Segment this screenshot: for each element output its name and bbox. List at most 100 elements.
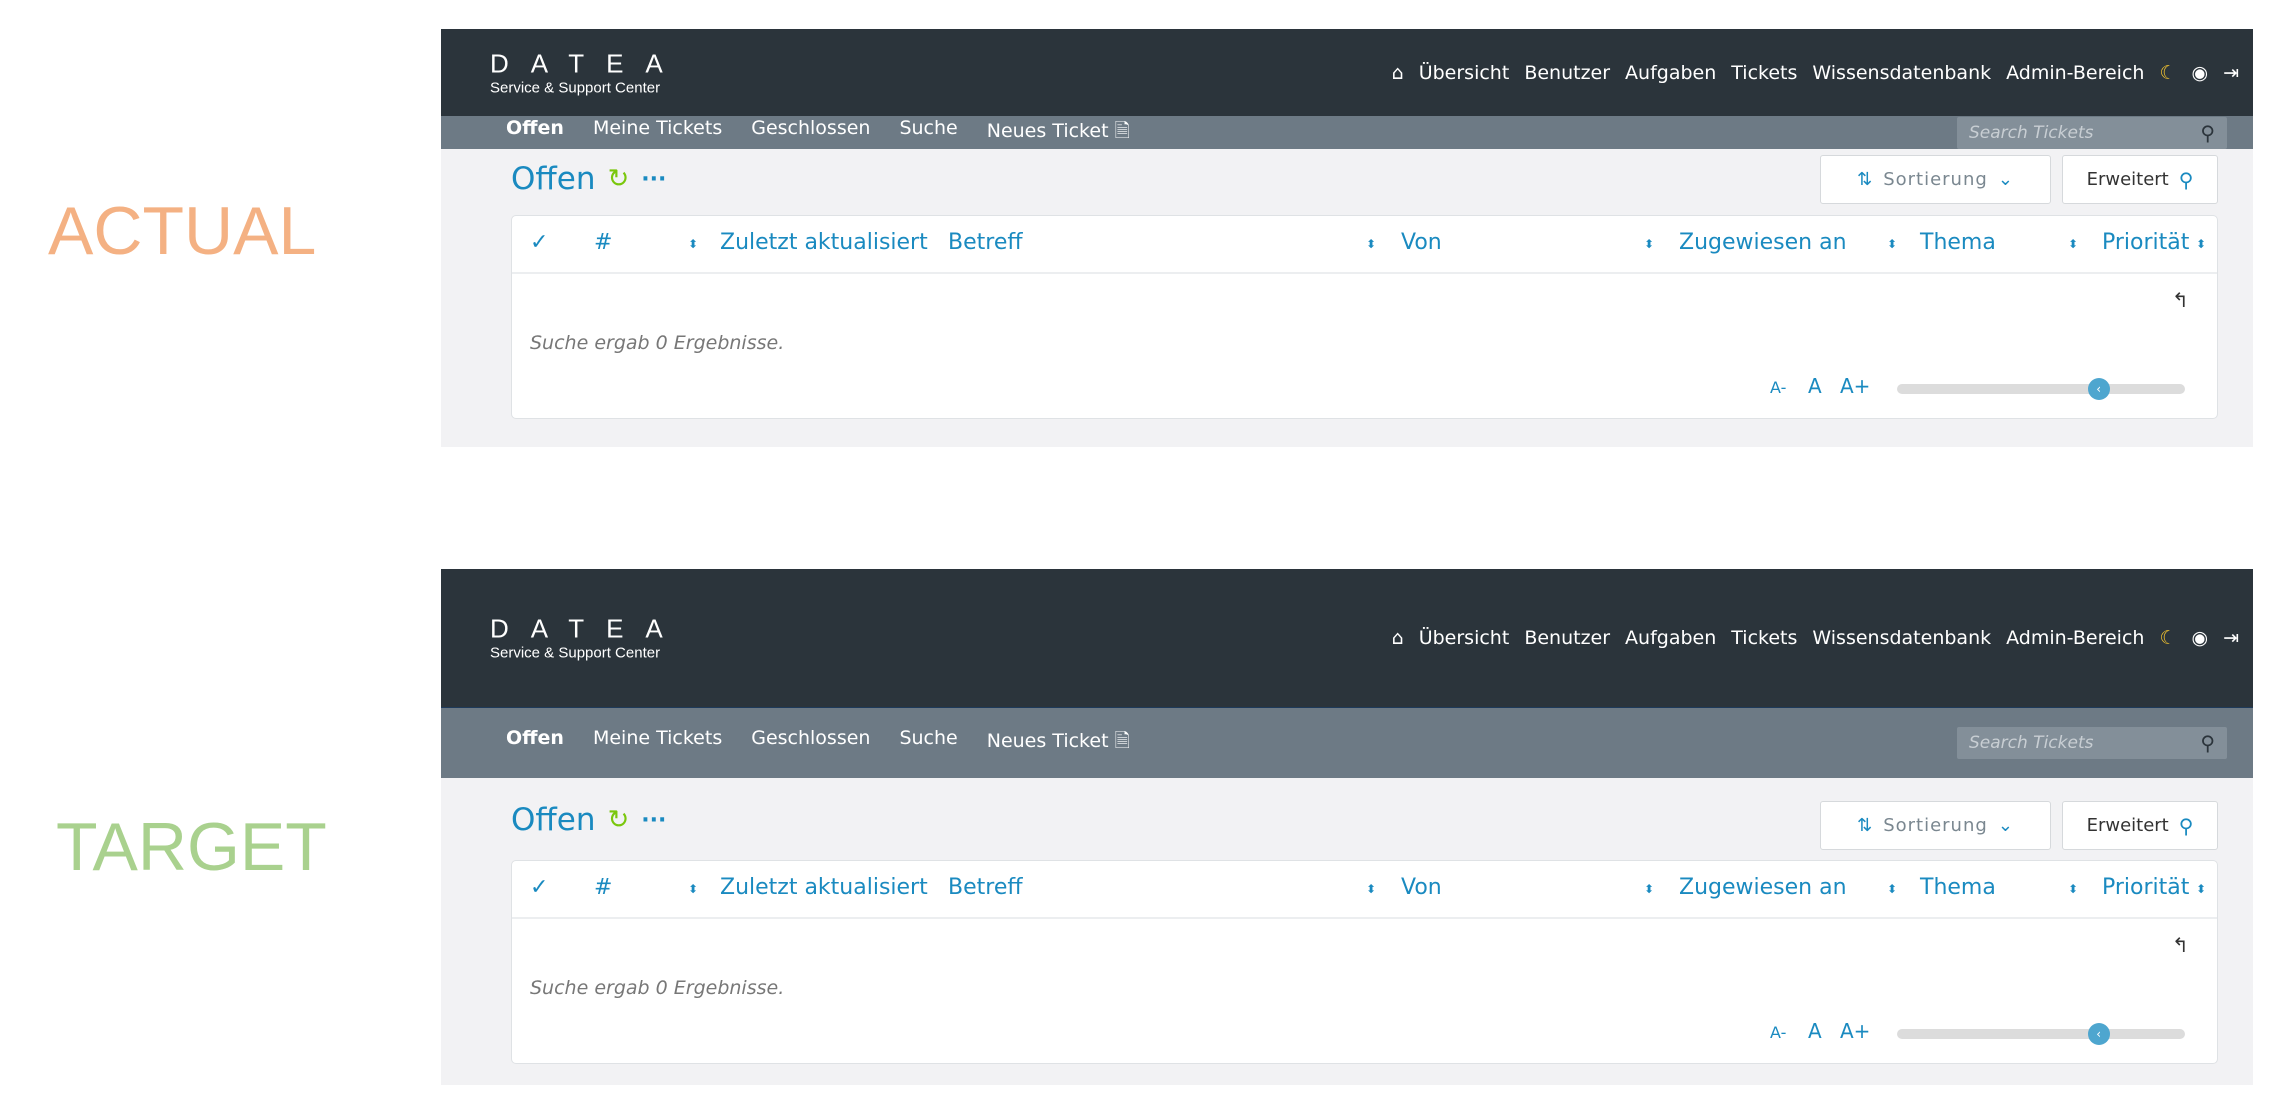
font-normal-button[interactable]: A bbox=[1808, 1019, 1822, 1043]
search-icon[interactable]: ⚲ bbox=[2200, 121, 2215, 145]
col-updated[interactable]: Zuletzt aktualisiert bbox=[720, 230, 928, 255]
scroll-top-icon[interactable]: ↰ bbox=[2172, 288, 2189, 312]
nav-wissensdatenbank[interactable]: Wissensdatenbank bbox=[1812, 62, 1991, 84]
scroll-top-icon[interactable]: ↰ bbox=[2172, 933, 2189, 957]
moon-icon[interactable]: ☾ bbox=[2159, 62, 2176, 84]
nav-aufgaben[interactable]: Aufgaben bbox=[1625, 62, 1716, 84]
col-topic[interactable]: Thema bbox=[1920, 230, 1996, 255]
advanced-search-button[interactable]: Erweitert ⚲ bbox=[2062, 801, 2218, 850]
logo-mark: DATEA bbox=[490, 613, 685, 644]
advanced-search-button[interactable]: Erweitert ⚲ bbox=[2062, 155, 2218, 204]
select-all-check-icon[interactable]: ✓ bbox=[530, 230, 548, 255]
user-icon[interactable]: ◉ bbox=[2191, 62, 2208, 84]
page-title: Offen ↻ ··· bbox=[511, 802, 666, 838]
chevron-down-icon: ⌄ bbox=[1997, 169, 2014, 190]
user-icon[interactable]: ◉ bbox=[2191, 627, 2208, 649]
zoom-slider[interactable]: ‹ bbox=[1897, 1023, 2185, 1045]
sort-arrows-icon[interactable]: ⬍ bbox=[1644, 237, 1654, 251]
logout-icon[interactable]: ⇥ bbox=[2223, 627, 2239, 649]
nav-tickets[interactable]: Tickets bbox=[1731, 627, 1797, 649]
nav-benutzer[interactable]: Benutzer bbox=[1524, 62, 1610, 84]
sub-nav-bar: Offen Meine Tickets Geschlossen Suche Ne… bbox=[441, 116, 2253, 149]
logo[interactable]: DATEA Service & Support Center bbox=[490, 49, 685, 96]
font-smaller-button[interactable]: A- bbox=[1770, 1023, 1786, 1042]
col-subject[interactable]: Betreff bbox=[948, 230, 1023, 255]
font-smaller-button[interactable]: A- bbox=[1770, 378, 1786, 397]
col-number[interactable]: # bbox=[594, 230, 612, 255]
document-icon: 🗎 bbox=[1114, 730, 1130, 752]
search-placeholder: Search Tickets bbox=[1969, 122, 2094, 143]
col-assigned[interactable]: Zugewiesen an bbox=[1679, 875, 1847, 900]
sort-arrows-icon[interactable]: ⬍ bbox=[1644, 882, 1654, 896]
nav-admin-bereich[interactable]: Admin-Bereich bbox=[2006, 62, 2144, 84]
nav-benutzer[interactable]: Benutzer bbox=[1524, 627, 1610, 649]
logo-mark: DATEA bbox=[490, 48, 685, 78]
logo[interactable]: DATEA Service & Support Center bbox=[490, 615, 685, 662]
subnav-meine-tickets[interactable]: Meine Tickets bbox=[593, 117, 722, 149]
col-from[interactable]: Von bbox=[1401, 230, 1442, 255]
nav-aufgaben[interactable]: Aufgaben bbox=[1625, 627, 1716, 649]
search-icon: ⚲ bbox=[2178, 813, 2194, 838]
actual-panel: DATEA Service & Support Center ⌂ Übersic… bbox=[441, 29, 2253, 447]
more-icon[interactable]: ··· bbox=[641, 167, 666, 192]
subnav-geschlossen[interactable]: Geschlossen bbox=[751, 117, 870, 149]
sort-arrows-icon[interactable]: ⬍ bbox=[1887, 237, 1897, 251]
nav-tickets[interactable]: Tickets bbox=[1731, 62, 1797, 84]
sort-arrows-icon[interactable]: ⬍ bbox=[688, 882, 698, 896]
page-title: Offen ↻ ··· bbox=[511, 161, 666, 197]
search-input[interactable]: Search Tickets ⚲ bbox=[1957, 116, 2227, 149]
logout-icon[interactable]: ⇥ bbox=[2223, 62, 2239, 84]
sort-arrows-icon[interactable]: ⬍ bbox=[2068, 237, 2078, 251]
col-subject[interactable]: Betreff bbox=[948, 875, 1023, 900]
sort-arrows-icon[interactable]: ⬍ bbox=[1366, 882, 1376, 896]
nav-uebersicht[interactable]: Übersicht bbox=[1419, 627, 1510, 649]
nav-wissensdatenbank[interactable]: Wissensdatenbank bbox=[1812, 627, 1991, 649]
page-title-text: Offen bbox=[511, 802, 596, 838]
sort-arrows-icon[interactable]: ⬍ bbox=[2068, 882, 2078, 896]
chevron-down-icon: ⌄ bbox=[1997, 815, 2014, 836]
refresh-icon[interactable]: ↻ bbox=[607, 164, 629, 194]
col-topic[interactable]: Thema bbox=[1920, 875, 1996, 900]
sort-button[interactable]: ⇅ Sortierung ⌄ bbox=[1820, 801, 2051, 850]
subnav-suche[interactable]: Suche bbox=[899, 727, 957, 759]
subnav-geschlossen[interactable]: Geschlossen bbox=[751, 727, 870, 759]
slider-knob[interactable]: ‹ bbox=[2087, 378, 2110, 400]
sort-arrows-icon[interactable]: ⬍ bbox=[2196, 237, 2206, 251]
home-icon[interactable]: ⌂ bbox=[1392, 62, 1404, 84]
subnav-suche[interactable]: Suche bbox=[899, 117, 957, 149]
col-from[interactable]: Von bbox=[1401, 875, 1442, 900]
table-body: ↰ Suche ergab 0 Ergebnisse. A- A A+ ‹ bbox=[512, 919, 2217, 1063]
empty-message: Suche ergab 0 Ergebnisse. bbox=[530, 977, 785, 999]
nav-uebersicht[interactable]: Übersicht bbox=[1419, 62, 1510, 84]
sort-button[interactable]: ⇅ Sortierung ⌄ bbox=[1820, 155, 2051, 204]
sort-arrows-icon[interactable]: ⬍ bbox=[1887, 882, 1897, 896]
font-larger-button[interactable]: A+ bbox=[1840, 374, 1870, 398]
subnav-offen[interactable]: Offen bbox=[506, 727, 564, 759]
home-icon[interactable]: ⌂ bbox=[1392, 627, 1404, 649]
search-icon[interactable]: ⚲ bbox=[2200, 731, 2215, 755]
refresh-icon[interactable]: ↻ bbox=[607, 805, 629, 835]
search-input[interactable]: Search Tickets ⚲ bbox=[1957, 727, 2227, 759]
select-all-check-icon[interactable]: ✓ bbox=[530, 875, 548, 900]
subnav-neues-ticket[interactable]: Neues Ticket 🗎 bbox=[987, 117, 1130, 149]
col-assigned[interactable]: Zugewiesen an bbox=[1679, 230, 1847, 255]
sort-arrows-icon[interactable]: ⬍ bbox=[2196, 882, 2206, 896]
subnav-offen[interactable]: Offen bbox=[506, 117, 564, 149]
zoom-slider[interactable]: ‹ bbox=[1897, 378, 2185, 400]
slider-knob[interactable]: ‹ bbox=[2087, 1023, 2110, 1045]
sub-nav: Offen Meine Tickets Geschlossen Suche Ne… bbox=[506, 117, 1130, 149]
table-header: ✓ # ⬍ Zuletzt aktualisiert Betreff ⬍ Von… bbox=[512, 861, 2217, 919]
font-larger-button[interactable]: A+ bbox=[1840, 1019, 1870, 1043]
sort-arrows-icon[interactable]: ⬍ bbox=[1366, 237, 1376, 251]
col-priority[interactable]: Priorität bbox=[2102, 875, 2189, 900]
subnav-neues-ticket[interactable]: Neues Ticket 🗎 bbox=[987, 727, 1130, 759]
font-normal-button[interactable]: A bbox=[1808, 374, 1822, 398]
col-priority[interactable]: Priorität bbox=[2102, 230, 2189, 255]
sort-arrows-icon[interactable]: ⬍ bbox=[688, 237, 698, 251]
subnav-meine-tickets[interactable]: Meine Tickets bbox=[593, 727, 722, 759]
col-number[interactable]: # bbox=[594, 875, 612, 900]
nav-admin-bereich[interactable]: Admin-Bereich bbox=[2006, 627, 2144, 649]
more-icon[interactable]: ··· bbox=[641, 808, 666, 833]
col-updated[interactable]: Zuletzt aktualisiert bbox=[720, 875, 928, 900]
moon-icon[interactable]: ☾ bbox=[2159, 627, 2176, 649]
